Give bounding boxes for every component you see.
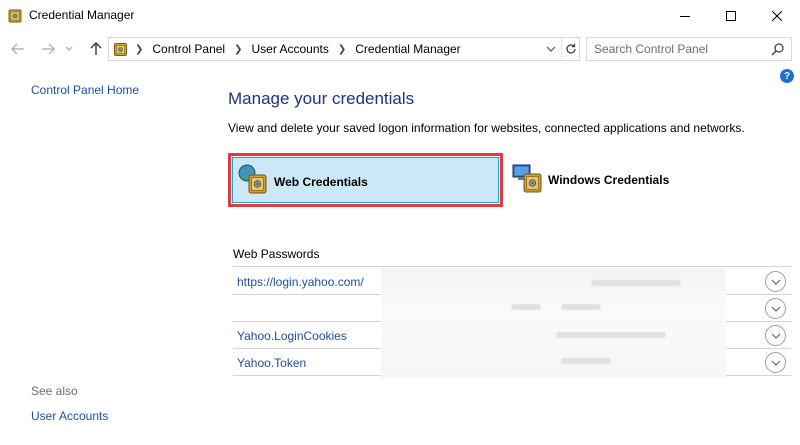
arrow-left-icon <box>11 43 24 55</box>
search-box[interactable] <box>586 37 792 61</box>
recent-locations-button[interactable] <box>62 39 76 59</box>
page-description: View and delete your saved logon informa… <box>228 121 745 135</box>
credential-manager-location-icon <box>114 43 127 56</box>
arrow-up-icon <box>90 42 102 55</box>
expand-button[interactable] <box>765 298 786 319</box>
expand-button[interactable] <box>765 325 786 346</box>
maximize-icon <box>726 10 736 21</box>
address-box[interactable]: ❯ Control Panel ❯ User Accounts ❯ Creden… <box>108 37 580 61</box>
globe-vault-icon <box>238 164 267 194</box>
breadcrumb-separator-icon[interactable]: ❯ <box>135 44 143 55</box>
see-also-label: See also <box>31 384 78 398</box>
up-button[interactable] <box>86 39 106 59</box>
address-history-button[interactable] <box>541 38 561 60</box>
arrow-right-icon <box>42 43 55 55</box>
refresh-icon <box>566 43 576 54</box>
search-icon[interactable] <box>771 42 785 56</box>
chevron-down-icon <box>771 360 780 366</box>
breadcrumb-separator-icon[interactable]: ❯ <box>234 44 242 55</box>
chevron-down-icon <box>771 279 780 285</box>
chevron-down-icon <box>771 333 780 339</box>
expand-button[interactable] <box>765 271 786 292</box>
web-credentials-tab[interactable]: Web Credentials <box>228 153 503 207</box>
expand-button[interactable] <box>765 352 786 373</box>
credential-manager-app-icon <box>8 9 22 23</box>
chevron-down-icon <box>65 46 73 51</box>
windows-credentials-label: Windows Credentials <box>548 173 670 187</box>
breadcrumb: ❯ Control Panel ❯ User Accounts ❯ Creden… <box>133 38 461 60</box>
redacted-area <box>381 268 726 378</box>
navigation-bar: ❯ Control Panel ❯ User Accounts ❯ Creden… <box>0 34 800 64</box>
forward-button[interactable] <box>38 39 58 59</box>
credential-name[interactable]: Yahoo.Token <box>237 356 306 370</box>
credential-name[interactable]: Yahoo.LoginCookies <box>237 329 347 343</box>
user-accounts-link[interactable]: User Accounts <box>31 409 108 423</box>
close-icon <box>772 10 782 21</box>
breadcrumb-credential-manager[interactable]: Credential Manager <box>355 42 460 56</box>
credential-name[interactable]: https://login.yahoo.com/ <box>237 275 364 289</box>
left-pane: Control Panel Home See also User Account… <box>0 64 210 445</box>
web-credentials-label: Web Credentials <box>274 175 368 189</box>
refresh-button[interactable] <box>561 38 580 60</box>
chevron-down-icon <box>546 46 556 52</box>
minimize-button[interactable] <box>662 0 708 31</box>
search-input[interactable] <box>587 38 767 60</box>
minimize-icon <box>680 15 690 17</box>
window-title: Credential Manager <box>29 8 135 22</box>
breadcrumb-control-panel[interactable]: Control Panel <box>152 42 225 56</box>
computer-vault-icon <box>512 164 542 193</box>
maximize-button[interactable] <box>708 0 754 31</box>
close-button[interactable] <box>754 0 800 31</box>
windows-credentials-tab[interactable]: Windows Credentials <box>510 153 710 207</box>
back-button[interactable] <box>8 39 28 59</box>
title-bar: Credential Manager <box>0 0 800 31</box>
help-icon[interactable]: ? <box>780 69 794 83</box>
control-panel-home-link[interactable]: Control Panel Home <box>31 83 139 97</box>
chevron-down-icon <box>771 306 780 312</box>
section-divider <box>233 266 791 267</box>
web-passwords-heading: Web Passwords <box>233 247 320 261</box>
page-title: Manage your credentials <box>228 89 415 108</box>
breadcrumb-user-accounts[interactable]: User Accounts <box>252 42 329 56</box>
breadcrumb-separator-icon[interactable]: ❯ <box>338 44 346 55</box>
